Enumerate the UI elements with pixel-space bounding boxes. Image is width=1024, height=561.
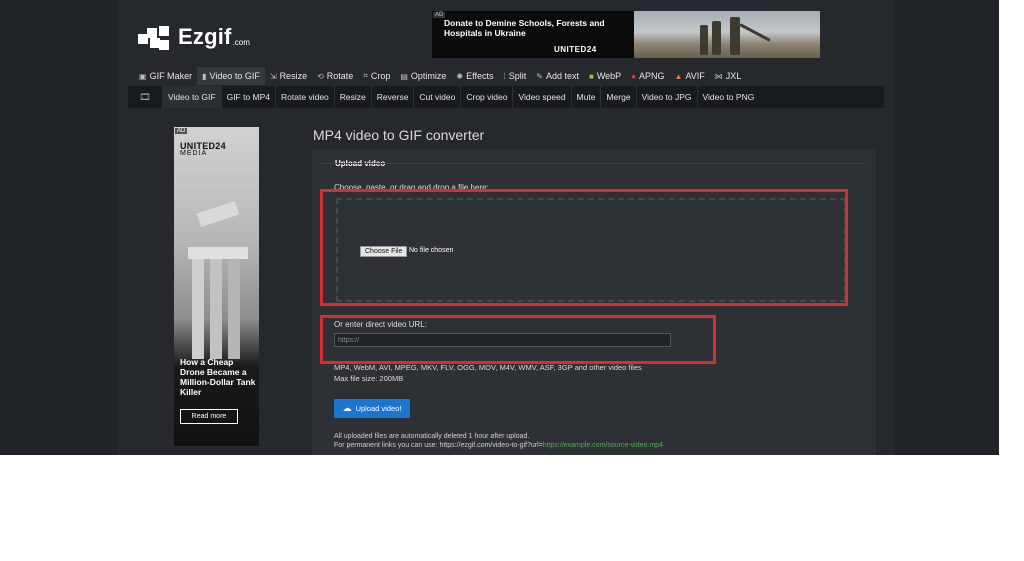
tab-resize[interactable]: ⇲ Resize: [265, 67, 312, 85]
tab-label: Add text: [545, 71, 579, 81]
video-icon: ▮: [202, 71, 207, 81]
subtab-video-to-gif[interactable]: Video to GIF: [162, 86, 221, 108]
tab-label: Rotate: [326, 71, 354, 81]
logo-tld: .com: [232, 37, 250, 47]
resize-icon: ⇲: [269, 71, 277, 81]
page-title: MP4 video to GIF converter: [313, 127, 485, 143]
tab-crop[interactable]: ⌗ Crop: [358, 67, 395, 85]
site-logo[interactable]: Ezgif .com: [138, 22, 250, 52]
jxl-icon: ⋈: [714, 71, 723, 81]
avif-icon: ▲: [674, 71, 683, 81]
ad-photo: [634, 11, 820, 58]
top-banner-ad[interactable]: AD Donate to Demine Schools, Forests and…: [432, 11, 820, 58]
subtab-reverse[interactable]: Reverse: [370, 86, 414, 108]
upload-video-button[interactable]: ☁ Upload video!: [334, 399, 410, 418]
split-icon: ⁞: [503, 71, 506, 81]
example-url[interactable]: https://example.com/source-video.mp4: [543, 442, 663, 449]
subtab-resize[interactable]: Resize: [333, 86, 371, 108]
tab-rotate[interactable]: ⟲ Rotate: [312, 67, 358, 85]
tab-webp[interactable]: ■ WebP: [584, 67, 626, 85]
highlight-url-field: [320, 315, 716, 364]
tab-label: Video to GIF: [209, 71, 260, 81]
tab-label: WebP: [596, 71, 622, 81]
tab-label: JXL: [725, 71, 742, 81]
ad-column-mid: [210, 259, 222, 359]
film-icon: ▣: [139, 71, 147, 81]
apng-icon: ●: [631, 71, 637, 81]
tab-label: Crop: [370, 71, 391, 81]
ad-brand: UNITED24: [554, 45, 597, 54]
ad-headline: How a Cheap Drone Became a Million-Dolla…: [180, 357, 256, 397]
subtab-merge[interactable]: Merge: [600, 86, 635, 108]
text-icon: ✎: [536, 71, 543, 81]
subtab-rotate-video[interactable]: Rotate video: [275, 86, 334, 108]
ad-drone-image: [196, 201, 240, 227]
crop-icon: ⌗: [363, 71, 368, 80]
tab-split[interactable]: ⁞ Split: [498, 67, 531, 85]
subtab-video-to-jpg[interactable]: Video to JPG: [635, 86, 697, 108]
max-file-size: Max file size: 200MB: [334, 374, 404, 383]
upload-button-label: Upload video!: [355, 404, 402, 413]
tab-effects[interactable]: ✺ Effects: [451, 67, 498, 85]
tab-add-text[interactable]: ✎ Add text: [531, 67, 584, 85]
auto-delete-note: All uploaded files are automatically del…: [334, 433, 530, 440]
legend-divider: [320, 163, 866, 164]
side-banner-ad[interactable]: AD UNITED24 MEDIA How a Cheap Drone Beca…: [174, 127, 259, 446]
ad-brand-sub: MEDIA: [180, 150, 208, 157]
subtab-video-to-png[interactable]: Video to PNG: [696, 86, 760, 108]
cloud-upload-icon: ☁: [342, 403, 352, 413]
tab-label: Split: [508, 71, 527, 81]
film-strip-icon: 🎞: [139, 91, 151, 102]
ad-tag: AD: [175, 128, 188, 134]
ad-column-right: [228, 259, 240, 359]
permanent-link-prefix: For permanent links you can use: https:/…: [334, 442, 543, 449]
read-more-button[interactable]: Read more: [180, 409, 238, 424]
logo-text: Ezgif: [178, 24, 232, 49]
sub-nav: 🎞 Video to GIF GIF to MP4 Rotate video R…: [128, 86, 884, 108]
subtab-mute[interactable]: Mute: [570, 86, 601, 108]
main-nav: ▣ GIF Maker ▮ Video to GIF ⇲ Resize ⟲ Rotate…: [134, 67, 746, 85]
tab-label: APNG: [639, 71, 665, 81]
highlight-dropzone: [320, 189, 848, 306]
tab-gif-maker[interactable]: ▣ GIF Maker: [134, 67, 197, 85]
logo-icon: [138, 24, 172, 50]
supported-formats: MP4, WebM, AVI, MPEG, MKV, FLV, OGG, MOV…: [334, 363, 642, 372]
permanent-link-note: For permanent links you can use: https:/…: [334, 442, 663, 449]
tab-video-to-gif[interactable]: ▮ Video to GIF: [197, 67, 265, 85]
tab-jxl[interactable]: ⋈ JXL: [710, 67, 747, 85]
optimize-icon: ▤: [400, 71, 408, 81]
tab-label: AVIF: [685, 71, 705, 81]
tab-optimize[interactable]: ▤ Optimize: [395, 67, 451, 85]
webp-icon: ■: [588, 71, 594, 81]
subtab-cut-video[interactable]: Cut video: [413, 86, 460, 108]
subtab-video-speed[interactable]: Video speed: [512, 86, 570, 108]
rotate-icon: ⟲: [317, 71, 324, 81]
subtab-crop-video[interactable]: Crop video: [460, 86, 512, 108]
effects-icon: ✺: [456, 71, 464, 81]
ad-column-top: [188, 247, 248, 259]
subtab-gif-to-mp4[interactable]: GIF to MP4: [220, 86, 275, 108]
tab-label: Resize: [279, 71, 308, 81]
tab-apng[interactable]: ● APNG: [626, 67, 669, 85]
tab-label: Effects: [466, 71, 494, 81]
tab-label: Optimize: [410, 71, 447, 81]
ad-title: Donate to Demine Schools, Forests and Ho…: [444, 18, 605, 38]
ad-column-left: [192, 259, 204, 359]
tab-avif[interactable]: ▲ AVIF: [670, 67, 710, 85]
tab-label: GIF Maker: [149, 71, 193, 81]
